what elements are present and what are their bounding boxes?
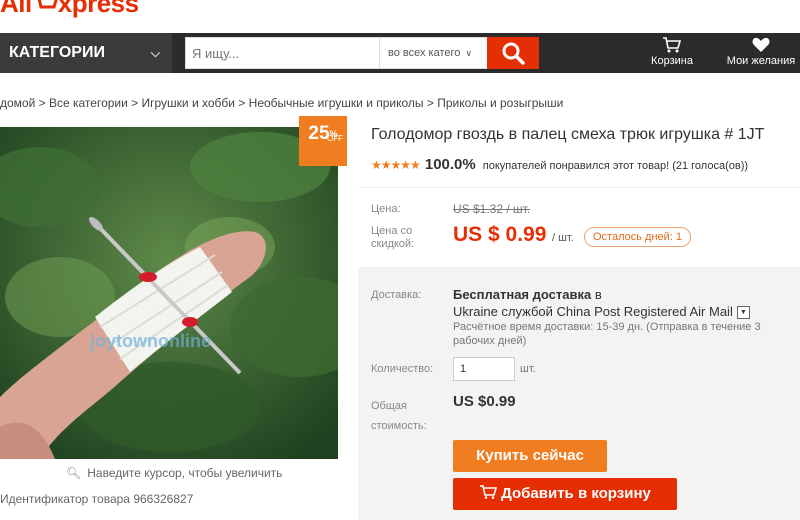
product-id-value: 966326827 <box>133 492 194 506</box>
product-id: Идентификатор товара 966326827 <box>0 492 193 506</box>
watermark: joytownonline <box>89 331 211 351</box>
search-input[interactable] <box>186 38 379 68</box>
discount-badge: 25% OFF <box>299 116 347 166</box>
sale-price-unit: / шт. <box>552 232 574 244</box>
free-shipping-text: Бесплатная доставка <box>453 287 592 302</box>
cart-plus-icon <box>480 485 498 499</box>
cart-label: Корзина <box>651 55 693 67</box>
search-icon <box>502 42 525 65</box>
shipping-method-select[interactable]: Ukraine службой China Post Registered Ai… <box>453 304 750 320</box>
total-label-line2: стоимость: <box>371 420 427 432</box>
product-image[interactable]: joytownonline <box>0 127 338 459</box>
wishlist-label: Мои желания <box>726 55 796 67</box>
sale-price: US $ 0.99 <box>453 223 547 246</box>
sale-price-label-line1: Цена со <box>371 225 413 237</box>
total-label: Общая стоимость: <box>371 396 427 436</box>
heart-icon <box>752 37 770 52</box>
chevron-down-icon: ⌵ <box>150 46 160 60</box>
chevron-down-icon: ∨ <box>465 48 473 58</box>
aliexpress-logo[interactable]: Ali xpress <box>0 0 139 18</box>
sale-price-label-line2: скидкой: <box>371 238 415 250</box>
zoom-hint-text: Наведите курсор, чтобы увеличить <box>87 466 283 480</box>
old-price: US $1.32 / шт. <box>453 202 531 216</box>
price-label: Цена: <box>371 203 401 215</box>
rating-row: ★★★★★ 100.0% покупателей понравился этот… <box>371 156 748 173</box>
days-left-badge: Осталось дней: 1 <box>584 227 692 247</box>
total-price: US $0.99 <box>453 393 516 410</box>
shipping-in-text: в <box>594 287 602 302</box>
wishlist-link[interactable]: Мои желания <box>722 37 800 67</box>
categories-button[interactable]: КАТЕГОРИИ ⌵ <box>0 33 172 73</box>
quantity-input[interactable]: 1 <box>453 357 515 381</box>
discount-off-label: OFF <box>327 134 343 143</box>
total-label-line1: Общая <box>371 400 407 412</box>
logo-text-ali: Ali <box>0 0 32 18</box>
add-to-cart-label: Добавить в корзину <box>501 485 651 502</box>
add-to-cart-button[interactable]: Добавить в корзину <box>453 478 677 510</box>
search-scope-select[interactable]: во всех катего ∨ <box>379 38 487 68</box>
quantity-label: Количество: <box>371 363 434 375</box>
logo-text-rest: xpress <box>57 0 139 18</box>
divider <box>358 187 800 188</box>
magnifier-icon: 🔍︎ <box>66 466 82 480</box>
zoom-hint: 🔍︎ Наведите курсор, чтобы увеличить <box>66 466 282 480</box>
shipping-label: Доставка: <box>371 289 422 301</box>
cart-icon <box>663 37 682 53</box>
search-scope-label: во всех катего <box>388 47 461 59</box>
product-photo: joytownonline <box>0 127 338 459</box>
rating-stars-icon: ★★★★★ <box>371 158 421 172</box>
delivery-time: Расчётное время доставки: 15-39 дн. (Отп… <box>453 321 761 347</box>
shipping-method-text: Ukraine службой China Post Registered Ai… <box>453 304 733 319</box>
cart-link[interactable]: Корзина <box>646 37 698 67</box>
product-title: Голодомор гвоздь в палец смеха трюк игру… <box>371 126 765 143</box>
cart-logo-icon <box>37 0 58 9</box>
shipping-title: Бесплатная доставка в <box>453 287 602 302</box>
rating-percent: 100.0% <box>424 156 476 173</box>
search-button[interactable] <box>487 37 539 69</box>
breadcrumb[interactable]: домой > Все категории > Игрушки и хобби … <box>0 96 563 110</box>
quantity-unit: шт. <box>520 363 536 375</box>
sale-price-label: Цена со скидкой: <box>371 225 414 251</box>
product-id-label: Идентификатор товара <box>0 492 130 506</box>
rating-text[interactable]: покупателей понравился этот товар! (21 г… <box>483 160 748 172</box>
top-navigation-bar: КАТЕГОРИИ ⌵ во всех катего ∨ Корзина Мои… <box>0 33 800 73</box>
search-bar: во всех катего ∨ <box>185 37 539 69</box>
buy-now-button[interactable]: Купить сейчас <box>453 440 607 472</box>
dropdown-arrow-icon[interactable]: ▼ <box>736 306 750 320</box>
categories-label: КАТЕГОРИИ <box>9 44 105 61</box>
